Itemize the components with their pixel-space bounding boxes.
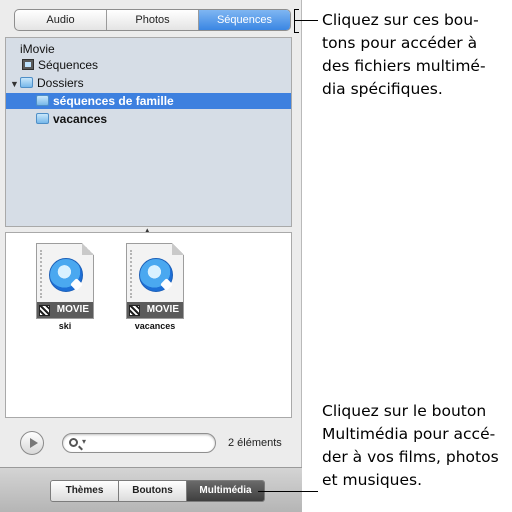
disclosure-triangle-icon[interactable]: ▼ (10, 76, 20, 92)
tree-item-folders[interactable]: ▼ Dossiers (6, 75, 291, 91)
pane-selector: Thèmes Boutons Multimédia (50, 480, 265, 502)
tree-item-label: iMovie (20, 42, 55, 56)
media-type-selector: Audio Photos Séquences (14, 9, 291, 31)
quicktime-movie-icon: MOVIE (126, 243, 184, 319)
callout-line-top (294, 20, 318, 21)
tree-item-label: Séquences (38, 58, 99, 72)
movie-badge: MOVIE (127, 302, 183, 318)
tree-item-vacation[interactable]: vacances (6, 111, 291, 127)
callout-bracket-top (294, 9, 299, 10)
movie-badge: MOVIE (37, 302, 93, 318)
buttons-button[interactable]: Boutons (119, 481, 187, 501)
film-icon (22, 59, 34, 70)
file-browser: MOVIE ski MOVIE vacances (5, 232, 292, 418)
callout-bottom: Cliquez sur le bouton Multimédia pour ac… (322, 402, 499, 489)
tree-item-label: séquences de famille (53, 94, 174, 108)
tree-item-imovie[interactable]: iMovie (6, 41, 291, 57)
folder-icon (36, 113, 49, 124)
file-item-ski[interactable]: MOVIE ski (34, 243, 96, 331)
tree-item-label: vacances (53, 112, 108, 126)
tree-item-sequences[interactable]: Séquences (6, 57, 291, 73)
bottom-toolbar: Thèmes Boutons Multimédia (0, 467, 302, 512)
quicktime-logo-icon (49, 258, 83, 292)
folder-icon (20, 77, 33, 88)
photos-button[interactable]: Photos (107, 10, 199, 30)
film-strip-icon (40, 250, 44, 298)
folder-icon (36, 95, 49, 106)
source-tree: iMovie Séquences ▼ Dossiers séquences de … (5, 37, 292, 227)
sequences-button[interactable]: Séquences (199, 10, 290, 30)
callout-bracket-bottom (294, 32, 299, 33)
callout-bracket (294, 9, 295, 33)
quicktime-movie-icon: MOVIE (36, 243, 94, 319)
item-count: 2 éléments (228, 437, 282, 449)
play-button[interactable] (20, 431, 44, 455)
file-name: ski (58, 321, 72, 331)
search-icon[interactable] (69, 438, 78, 447)
search-field[interactable]: ▾ (62, 433, 216, 453)
tree-item-label: Dossiers (37, 76, 84, 90)
film-strip-icon (130, 250, 134, 298)
callout-line-bottom (258, 491, 318, 492)
quicktime-logo-icon (139, 258, 173, 292)
clapperboard-icon (39, 305, 50, 316)
file-name: vacances (134, 321, 176, 331)
audio-button[interactable]: Audio (15, 10, 107, 30)
file-item-vacances[interactable]: MOVIE vacances (124, 243, 186, 331)
themes-button[interactable]: Thèmes (51, 481, 119, 501)
multimedia-button[interactable]: Multimédia (187, 481, 264, 501)
tree-item-family-sequences[interactable]: séquences de famille (6, 93, 291, 109)
search-menu-arrow-icon[interactable]: ▾ (82, 437, 86, 446)
callout-top: Cliquez sur ces bou- tons pour accéder à… (322, 11, 486, 98)
clapperboard-icon (129, 305, 140, 316)
media-browser-panel: Audio Photos Séquences iMovie Séquences … (0, 0, 302, 512)
